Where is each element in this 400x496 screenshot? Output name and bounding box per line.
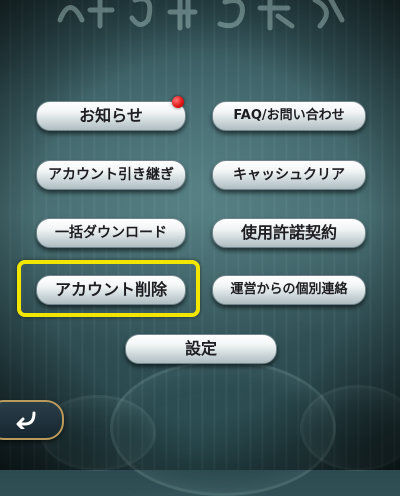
individual-contact-button[interactable]: 運営からの個別連絡 bbox=[212, 275, 366, 305]
account-delete-button[interactable]: アカウント削除 bbox=[36, 275, 186, 305]
account-transfer-button[interactable]: アカウント引き継ぎ bbox=[36, 160, 186, 190]
faq-contact-button[interactable]: FAQ/お問い合わせ bbox=[212, 101, 366, 131]
title-art-icon bbox=[57, 0, 345, 31]
terms-of-use-button[interactable]: 使用許諾契約 bbox=[212, 218, 366, 248]
bulk-download-button[interactable]: 一括ダウンロード bbox=[36, 218, 186, 248]
notification-dot-icon bbox=[172, 96, 184, 108]
back-button[interactable] bbox=[0, 400, 64, 440]
background-title-art bbox=[20, 0, 380, 36]
settings-button[interactable]: 設定 bbox=[125, 334, 277, 364]
news-button[interactable]: お知らせ bbox=[36, 101, 186, 131]
back-arrow-icon bbox=[16, 411, 36, 429]
cache-clear-button[interactable]: キャッシュクリア bbox=[212, 160, 366, 190]
